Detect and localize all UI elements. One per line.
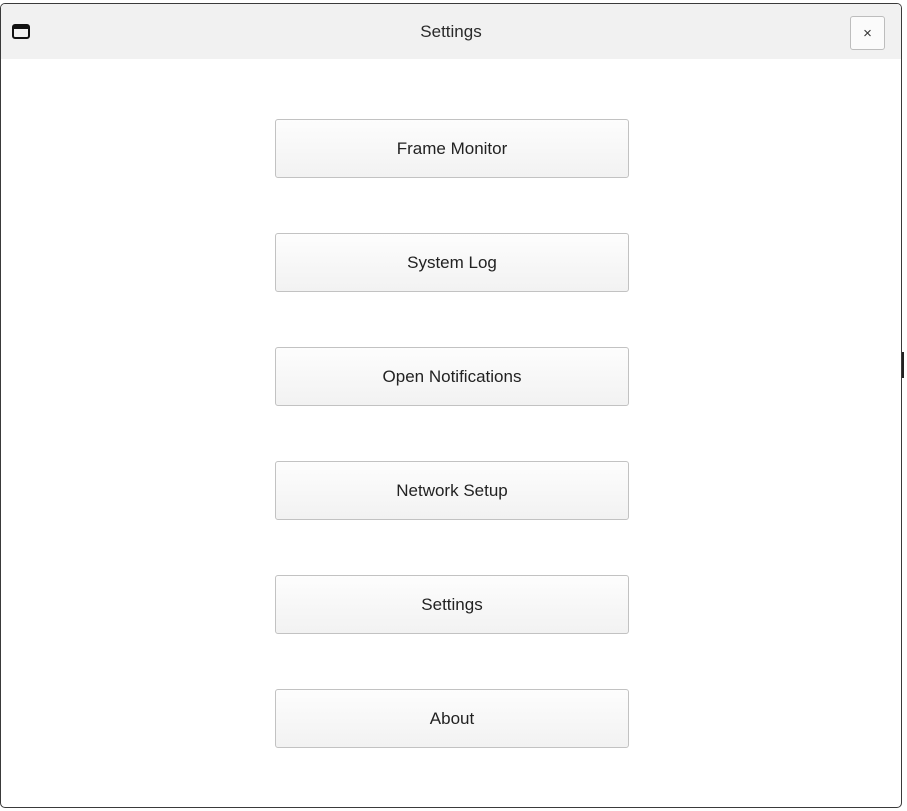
settings-window: Settings × Frame Monitor System Log Open…: [0, 3, 902, 808]
system-log-button[interactable]: System Log: [275, 233, 629, 292]
close-button[interactable]: ×: [850, 16, 885, 50]
close-icon: ×: [863, 24, 872, 42]
settings-button[interactable]: Settings: [275, 575, 629, 634]
button-label: System Log: [407, 252, 497, 272]
network-setup-button[interactable]: Network Setup: [275, 461, 629, 520]
open-notifications-button[interactable]: Open Notifications: [275, 347, 629, 406]
title-bar[interactable]: Settings ×: [1, 4, 901, 59]
button-label: About: [429, 708, 475, 728]
button-label: Open Notifications: [382, 366, 522, 386]
frame-monitor-button[interactable]: Frame Monitor: [275, 119, 629, 178]
button-label: Frame Monitor: [396, 138, 508, 158]
window-title: Settings: [420, 22, 482, 41]
button-label: Settings: [421, 594, 483, 614]
about-button[interactable]: About: [275, 689, 629, 748]
text-cursor-icon: [902, 352, 904, 378]
button-label: Network Setup: [396, 480, 508, 500]
